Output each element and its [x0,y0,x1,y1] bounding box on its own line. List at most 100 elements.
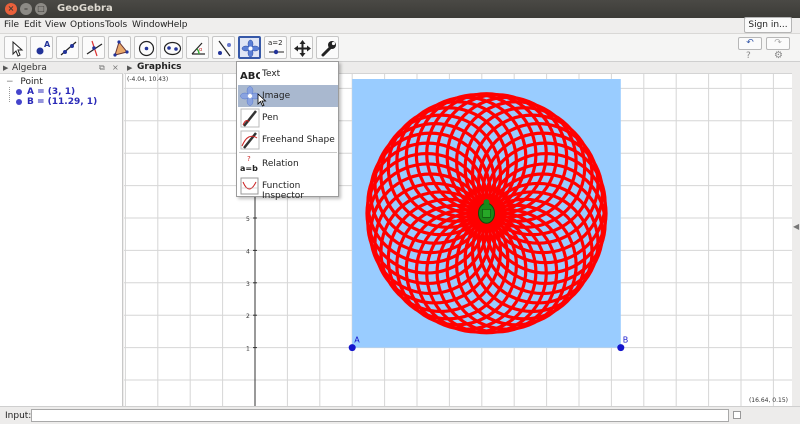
svg-text:A: A [44,40,51,49]
point-b[interactable] [617,344,625,352]
window-title: GeoGebra [57,3,113,14]
move-arrows-icon [294,40,311,57]
flower-icon [241,39,260,58]
algebra-view: ▶ Algebra ⧉ × − Point A = (3, 1) B = (11… [0,62,123,406]
input-field[interactable] [31,409,729,422]
perpendicular-tool-button[interactable] [82,36,105,59]
menu-tools[interactable]: Tools [105,20,127,30]
tree-line [9,87,10,102]
algebra-header: ▶ Algebra ⧉ × [0,62,123,74]
graphics-view[interactable]: ▶ Graphics (-4.04, 10.43) (16.64, 0.15) … [124,62,792,406]
undo-button[interactable]: ↶ [738,37,762,50]
angle-tool-button[interactable]: α [186,36,209,59]
ellipse-tool-button[interactable] [160,36,183,59]
text-image-tool-button[interactable] [238,36,261,59]
maximize-window-button[interactable]: □ [35,3,47,15]
point-a[interactable] [348,344,356,352]
text-icon: ABC [240,71,260,82]
input-bar: Input: [0,406,800,424]
y-tick-label: 1 [246,346,250,353]
tree-group-label: Point [20,77,43,87]
freehand-icon [240,130,260,150]
point-a-label: A [354,336,360,345]
menu-item-label: Pen [262,113,279,123]
menu-item-label: Function Inspector [262,181,304,201]
svg-text:α: α [199,47,203,53]
slider-tool-button[interactable]: a=2 [264,36,287,59]
graphics-canvas[interactable]: 123456 A B [124,74,792,406]
menu-options[interactable]: Options [70,20,105,30]
undock-icon[interactable]: ⧉ [99,63,105,73]
slider-icon [269,49,284,55]
tool-dropdown-menu: ABC Text Image Pen Freehand Shape ? a=b R… [236,61,339,201]
algebra-object-row[interactable]: A = (3, 1) [16,87,75,97]
chevron-left-icon: ◀ [793,222,800,231]
menu-item-label: Text [262,69,281,79]
redo-button[interactable]: ↷ [766,37,790,50]
visibility-dot-icon[interactable] [16,98,22,105]
algebra-title: Algebra [12,63,47,73]
close-view-icon[interactable]: × [112,63,119,72]
menu-item-text[interactable]: ABC Text [238,63,338,85]
close-window-button[interactable]: × [5,3,17,15]
y-tick-label: 3 [246,281,250,288]
tree-group-point[interactable]: − Point [6,77,43,87]
point-icon: A [36,40,51,55]
reflect-icon [218,40,231,57]
move-tool-button[interactable] [4,36,27,59]
menu-bar: File Edit View Options Tools Window Help [0,18,800,34]
move-view-tool-button[interactable] [290,36,313,59]
algebra-object-label: A = (3, 1) [27,87,76,97]
tree-toggle-icon[interactable]: − [6,77,14,87]
menu-help[interactable]: Help [167,20,188,30]
relation-icon: ?a=b [240,155,258,173]
graphics-title: Graphics [137,62,182,72]
ellipse-icon [163,41,182,56]
menu-item-freehand-shape[interactable]: Freehand Shape [238,129,338,151]
function-inspector-icon [240,177,259,195]
wrench-icon [321,41,336,57]
reflect-tool-button[interactable] [212,36,235,59]
perpendicular-icon [86,40,103,57]
point-tool-button[interactable]: A [30,36,53,59]
circle-icon [138,40,155,57]
menu-window[interactable]: Window [132,20,168,30]
circle-tool-button[interactable] [134,36,157,59]
y-tick-label: 5 [246,216,250,223]
menu-item-function-inspector[interactable]: Function Inspector [238,175,338,201]
line-tool-button[interactable] [56,36,79,59]
minimize-window-button[interactable]: – [20,3,32,15]
pen-icon [240,108,260,128]
mouse-cursor-icon [257,93,267,107]
algebra-object-label: B = (11.29, 1) [27,97,98,107]
menu-item-pen[interactable]: Pen [238,107,338,129]
toolbar: A α a=2 ↶ ↷ ? ⚙ [0,34,800,62]
y-tick-label: 4 [246,248,250,255]
right-panel-toggle[interactable]: ◀ [792,62,800,406]
help-icon[interactable]: ? [746,51,751,61]
collapse-triangle-icon[interactable]: ▶ [127,64,132,72]
svg-text:?: ? [247,155,251,163]
sign-in-button[interactable]: Sign in... [744,17,792,33]
menu-view[interactable]: View [45,20,66,30]
gear-icon[interactable]: ⚙ [774,50,783,61]
wrench-tool-button[interactable] [316,36,339,59]
corner-coordinates-top-left: (-4.04, 10.43) [127,76,169,83]
menu-item-relation[interactable]: ? a=b Relation [238,153,338,175]
algebra-object-row[interactable]: B = (11.29, 1) [16,97,97,107]
point-b-label: B [623,336,629,345]
menu-file[interactable]: File [4,20,19,30]
arrow-icon [12,40,24,57]
graphics-header: ▶ Graphics [124,62,792,74]
svg-text:ABC: ABC [240,71,260,82]
polygon-tool-button[interactable] [108,36,131,59]
line-icon [60,41,77,56]
input-help-icon[interactable] [733,411,741,419]
collapse-triangle-icon[interactable]: ▶ [3,64,8,72]
menu-item-label: Freehand Shape [262,135,335,145]
visibility-dot-icon[interactable] [16,88,22,95]
menu-edit[interactable]: Edit [24,20,41,30]
title-bar: × – □ GeoGebra [0,0,800,18]
polygon-icon [113,40,129,57]
menu-item-image[interactable]: Image [238,85,338,107]
